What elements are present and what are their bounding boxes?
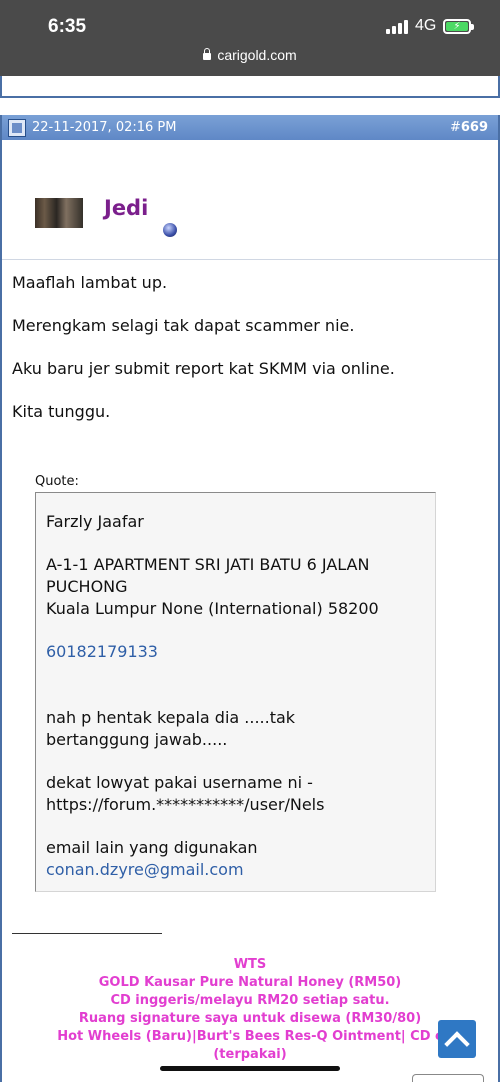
url-text: carigold.com <box>217 47 297 63</box>
quote-comment-line: nah p hentak kepala dia .....tak <box>46 708 296 727</box>
quote-address-line: A-1-1 APARTMENT SRI JATI BATU 6 JALAN <box>46 555 370 574</box>
username-link[interactable]: Jedi <box>104 196 148 220</box>
quote-address-line: PUCHONG <box>46 577 128 596</box>
signature-line: WTS <box>233 957 267 972</box>
message-line: Merengkam selagi tak dapat scammer nie. <box>12 316 355 335</box>
quote-comment-line: email lain yang digunakan <box>46 838 258 857</box>
status-bar: 6:35 4G ⚡ carigold.com <box>0 0 500 76</box>
signature-line: CD inggeris/melayu RM20 setiap satu. <box>110 993 390 1008</box>
message-line: Aku baru jer submit report kat SKMM via … <box>12 359 395 378</box>
clock: 6:35 <box>48 16 87 37</box>
avatar[interactable] <box>35 198 83 228</box>
quote-comment-line: dekat lowyat pakai username ni - <box>46 773 313 792</box>
signature-line: (terpakai) <box>213 1047 287 1062</box>
message-line: Kita tunggu. <box>12 402 111 421</box>
network-type: 4G <box>415 17 437 34</box>
lock-icon <box>203 48 212 60</box>
quote-address-line: Kuala Lumpur None (International) 58200 <box>46 599 379 618</box>
scroll-to-top-button[interactable] <box>438 1020 476 1058</box>
battery-icon: ⚡ <box>443 19 474 34</box>
quote-comment-line: bertanggung jawab..... <box>46 730 228 749</box>
signal-icon <box>386 20 408 34</box>
post-header: 22-11-2017, 02:16 PM #669 <box>2 115 498 140</box>
quote-name: Farzly Jaafar <box>46 512 144 531</box>
post-number-link[interactable]: #669 <box>450 120 488 135</box>
quote-box: Farzly Jaafar A-1-1 APARTMENT SRI JATI B… <box>35 492 436 892</box>
user-info: Jedi <box>2 140 498 260</box>
previous-post-edge <box>0 76 500 98</box>
post-number: 669 <box>460 120 488 135</box>
home-indicator[interactable] <box>160 1066 340 1071</box>
post-number-prefix: # <box>449 120 461 135</box>
email-link[interactable]: conan.dzyre@gmail.com <box>46 860 244 879</box>
signature-divider <box>12 933 162 934</box>
signature-line: GOLD Kausar Pure Natural Honey (RM50) <box>98 975 402 990</box>
post-date: 22-11-2017, 02:16 PM <box>32 120 177 135</box>
message-line: Maaflah lambat up. <box>12 273 168 292</box>
signature-line: Ruang signature saya untuk disewa (RM30/… <box>78 1011 422 1026</box>
signature-line: Hot Wheels (Baru)|Burt's Bees Res-Q Oint… <box>57 1029 443 1044</box>
phone-link[interactable]: 60182179133 <box>46 642 158 661</box>
address-bar[interactable]: carigold.com <box>0 47 500 63</box>
quote-label: Quote: <box>35 474 79 489</box>
post-icon <box>8 119 26 137</box>
online-status-icon <box>163 223 177 237</box>
bottom-element-edge <box>412 1074 484 1082</box>
quote-comment-line: https://forum.***********/user/Nels <box>46 795 325 814</box>
